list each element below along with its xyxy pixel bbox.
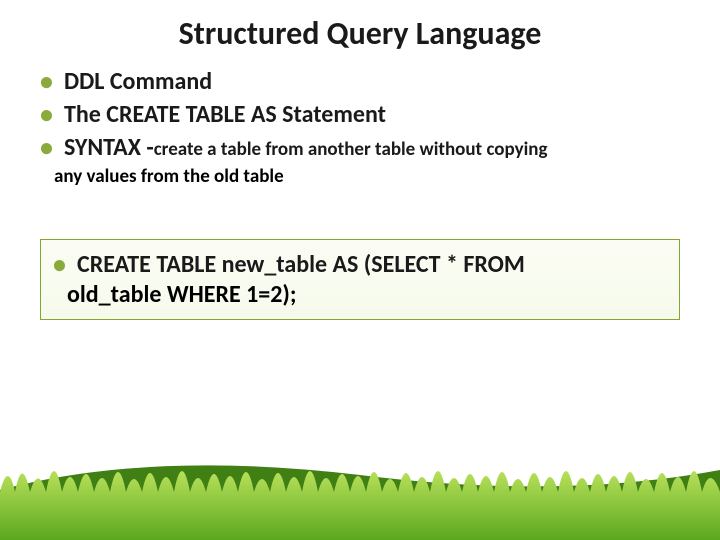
bullet-list: DDL Command The CREATE TABLE AS Statemen… [30, 67, 690, 163]
syntax-continuation: any values from the old table [30, 166, 690, 189]
bullet-ddl-command: DDL Command [40, 67, 690, 97]
code-box: CREATE TABLE new_table AS (SELECT * FROM… [40, 239, 680, 320]
syntax-sub: create a table from another table withou… [154, 138, 548, 161]
code-box-wrap: CREATE TABLE new_table AS (SELECT * FROM… [30, 239, 690, 320]
bullet-syntax: SYNTAX -create a table from another tabl… [40, 133, 690, 163]
code-line-2: old_table WHERE 1=2); [43, 280, 663, 309]
code-list: CREATE TABLE new_table AS (SELECT * FROM [43, 250, 663, 280]
bullet-create-table-as: The CREATE TABLE AS Statement [40, 100, 690, 130]
grass-decoration [0, 420, 720, 540]
code-line-1: CREATE TABLE new_table AS (SELECT * FROM [53, 250, 663, 280]
slide: Structured Query Language DDL Command Th… [0, 0, 720, 540]
slide-title: Structured Query Language [30, 14, 690, 53]
syntax-prefix: SYNTAX - [64, 133, 154, 162]
